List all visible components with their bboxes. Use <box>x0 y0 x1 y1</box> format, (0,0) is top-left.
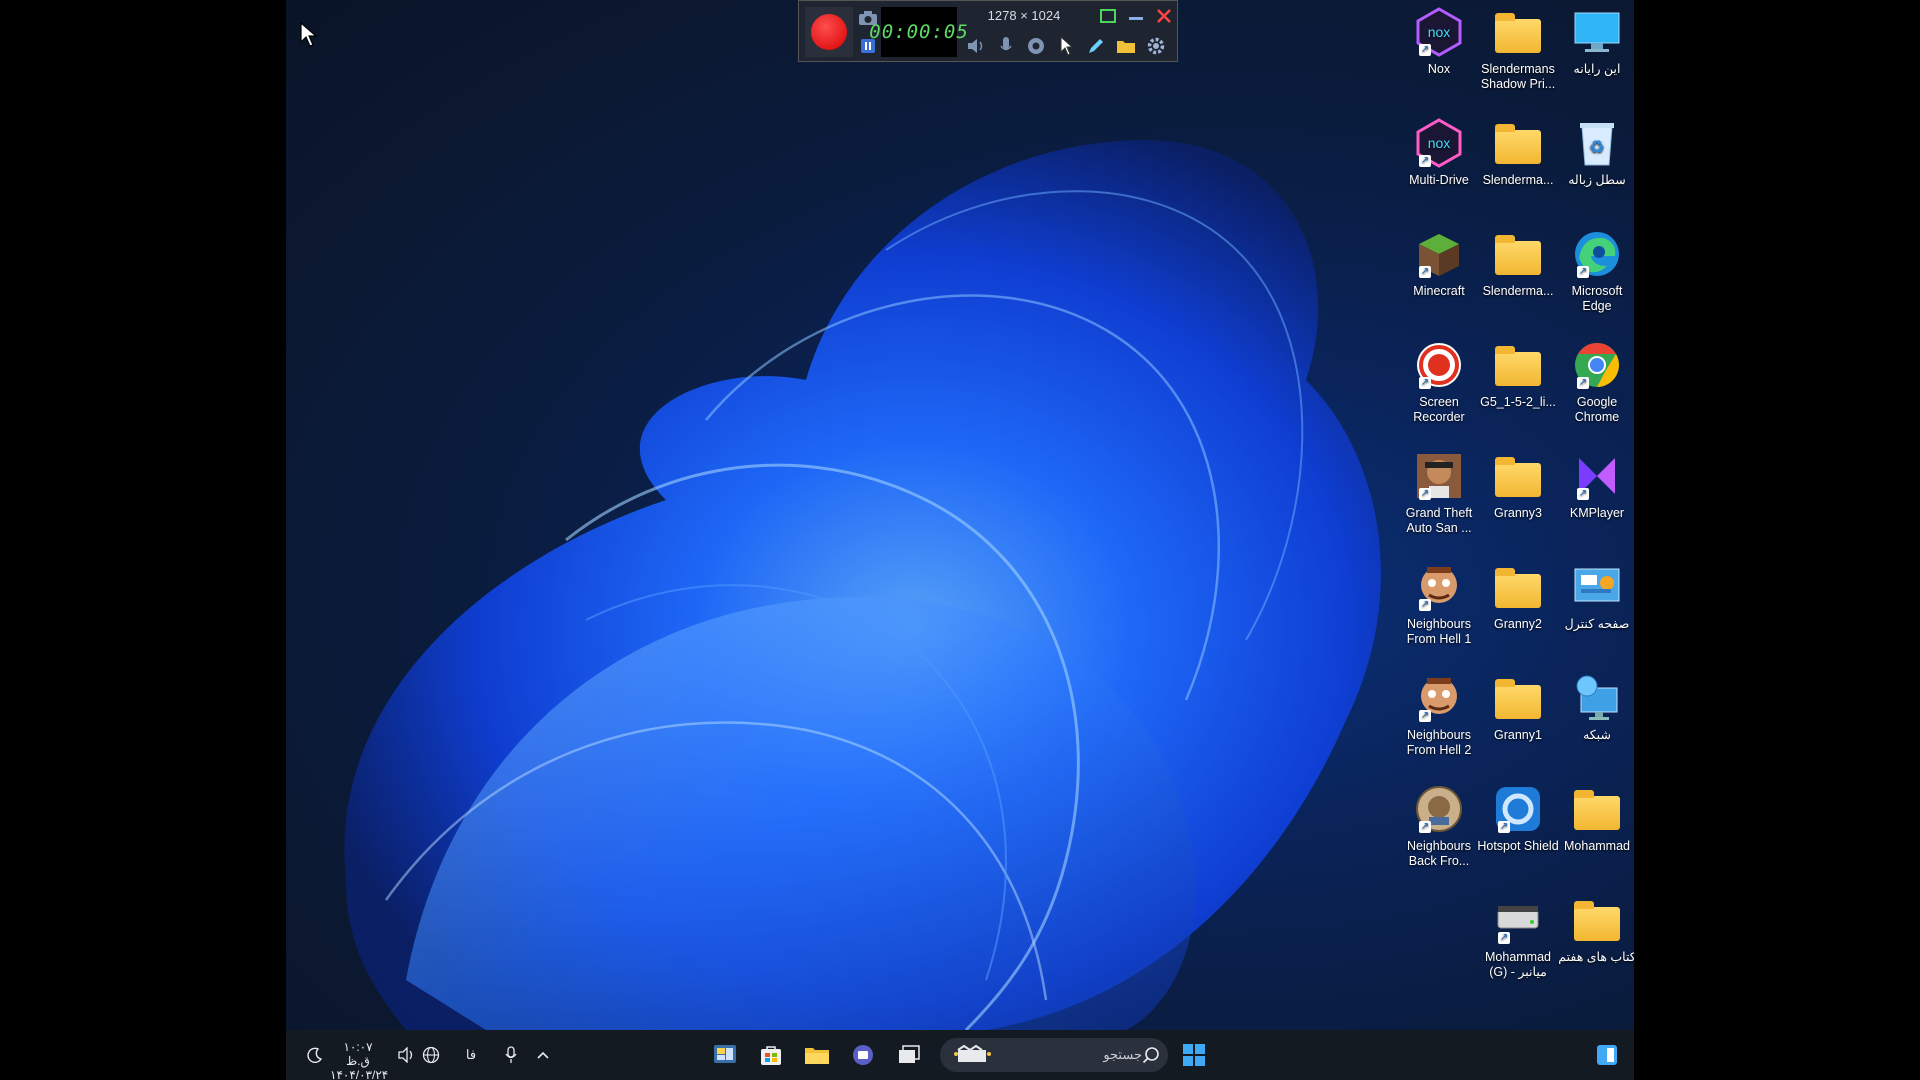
edge-icon: ↗ <box>1571 228 1623 280</box>
desktop-icon-edge[interactable]: ↗ Microsoft Edge <box>1556 228 1634 314</box>
chrome-icon: ↗ <box>1571 339 1623 391</box>
desktop-icon-folder[interactable]: Slendermans Shadow Pri... <box>1477 6 1559 92</box>
folder-icon <box>1571 894 1623 946</box>
desktop-icon-folder[interactable]: Granny3 <box>1477 450 1559 521</box>
folder-icon <box>1492 561 1544 613</box>
svg-text:♻: ♻ <box>1589 137 1605 158</box>
desktop-icon-gta[interactable]: ↗ Grand Theft Auto San ... <box>1398 450 1480 536</box>
teams-icon[interactable] <box>846 1038 880 1072</box>
screen-frame: 00:00:05 1278 × 1024 nox ↗ Nox Slenderma… <box>0 0 1920 1080</box>
desktop-icon-hotspot-shield[interactable]: ↗ Hotspot Shield <box>1477 783 1559 854</box>
task-view-icon[interactable] <box>892 1038 926 1072</box>
desktop-icon-neighbours-2[interactable]: ↗ Neighbours From Hell 2 <box>1398 672 1480 758</box>
desktop[interactable]: 00:00:05 1278 × 1024 nox ↗ Nox Slenderma… <box>286 0 1634 1080</box>
moon-icon[interactable] <box>304 1040 326 1070</box>
folder-icon <box>1492 450 1544 502</box>
desktop-icon-this-pc[interactable]: این رایانه <box>1556 6 1634 77</box>
kmplayer-icon: ↗ <box>1571 450 1623 502</box>
minecraft-icon: ↗ <box>1413 228 1465 280</box>
desktop-icon-neighbours-1[interactable]: ↗ Neighbours From Hell 1 <box>1398 561 1480 647</box>
desktop-icon-folder[interactable]: Mohammad <box>1556 783 1634 854</box>
widgets-icon[interactable] <box>708 1038 742 1072</box>
network-icon <box>1571 672 1623 724</box>
folder-icon <box>1492 117 1544 169</box>
svg-text:nox: nox <box>1428 24 1451 40</box>
hotspot-shield-icon: ↗ <box>1492 783 1544 835</box>
folder-icon <box>1492 339 1544 391</box>
nox-icon: nox ↗ <box>1413 117 1465 169</box>
globe-icon[interactable] <box>420 1040 442 1070</box>
search-placeholder: جستجو <box>1103 1047 1142 1062</box>
search-highlight-icon <box>950 1040 994 1070</box>
screen-recorder-icon: ↗ <box>1413 339 1465 391</box>
monitor-icon <box>1571 6 1623 58</box>
microphone-icon[interactable] <box>500 1040 522 1070</box>
chevron-up-icon[interactable] <box>532 1040 554 1070</box>
desktop-icon-screen-recorder[interactable]: ↗ Screen Recorder <box>1398 339 1480 425</box>
folder-icon <box>1571 783 1623 835</box>
gta-icon: ↗ <box>1413 450 1465 502</box>
desktop-icon-folder[interactable]: G5_1-5-2_li... <box>1477 339 1559 410</box>
folder-icon <box>1492 672 1544 724</box>
neighbours-icon: ↗ <box>1413 672 1465 724</box>
folder-icon <box>1492 6 1544 58</box>
desktop-icon-kmplayer[interactable]: ↗ KMPlayer <box>1556 450 1634 521</box>
folder-icon <box>1492 228 1544 280</box>
neighbours-icon: ↗ <box>1413 561 1465 613</box>
desktop-icon-neighbours-back[interactable]: ↗ Neighbours Back Fro... <box>1398 783 1480 869</box>
desktop-icon-minecraft[interactable]: ↗ Minecraft <box>1398 228 1480 299</box>
desktop-icon-folder[interactable]: Granny2 <box>1477 561 1559 632</box>
search-icon <box>1138 1040 1164 1070</box>
drive-icon: ↗ <box>1492 894 1544 946</box>
clock[interactable]: ۱۰:۰۷ ق.ظ ۱۴۰۴/۰۳/۲۴ <box>330 1040 388 1080</box>
volume-icon[interactable] <box>396 1040 418 1070</box>
desktop-icon-network[interactable]: شبکه <box>1556 672 1634 743</box>
desktop-icon-folder[interactable]: کتاب های هفتم <box>1556 894 1634 965</box>
start-icon[interactable] <box>1176 1038 1212 1072</box>
file-explorer-icon[interactable] <box>800 1038 834 1072</box>
desktop-icon-multi-drive[interactable]: nox ↗ Multi-Drive <box>1398 117 1480 188</box>
desktop-icon-recycle-bin[interactable]: ♻ سطل زباله <box>1556 117 1634 188</box>
desktop-icon-nox[interactable]: nox ↗ Nox <box>1398 6 1480 77</box>
neighbours-back-icon: ↗ <box>1413 783 1465 835</box>
desktop-icon-drive-shortcut[interactable]: ↗ Mohammad (G) - میانبر <box>1477 894 1559 980</box>
recycle-bin-icon: ♻ <box>1571 117 1623 169</box>
desktop-icon-folder[interactable]: Slenderma... <box>1477 228 1559 299</box>
language-indicator[interactable]: فا <box>460 1040 482 1070</box>
desktop-icon-chrome[interactable]: ↗ Google Chrome <box>1556 339 1634 425</box>
svg-text:nox: nox <box>1428 135 1451 151</box>
store-icon[interactable] <box>754 1038 788 1072</box>
desktop-icon-folder[interactable]: Granny1 <box>1477 672 1559 743</box>
control-panel-icon <box>1571 561 1623 613</box>
desktop-icons: nox ↗ Nox Slendermans Shadow Pri... این ر… <box>286 0 1634 1030</box>
desktop-icon-folder[interactable]: Slenderma... <box>1477 117 1559 188</box>
desktop-icon-control-panel[interactable]: صفحه کنترل <box>1556 561 1634 632</box>
copilot-icon[interactable] <box>1590 1038 1624 1072</box>
nox-icon: nox ↗ <box>1413 6 1465 58</box>
